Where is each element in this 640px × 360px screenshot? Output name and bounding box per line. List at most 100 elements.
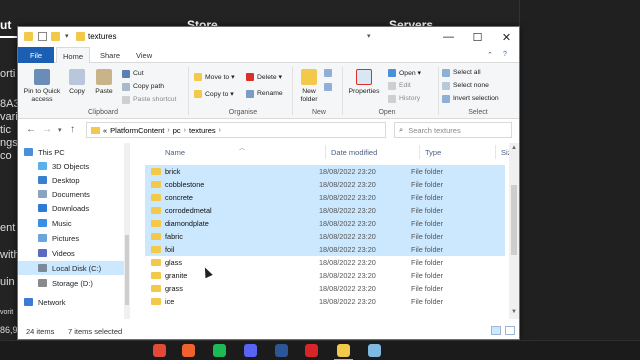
spotify-icon[interactable] <box>213 344 226 357</box>
file-row[interactable]: corrodedmetal 18/08/2022 23:20 File folder <box>145 204 505 217</box>
nav-item[interactable]: Downloads <box>18 201 126 215</box>
search-input[interactable]: ⌕ Search textures <box>394 122 512 138</box>
column-header-type[interactable]: Type <box>425 145 441 159</box>
back-arrow-icon[interactable]: ← <box>26 124 36 135</box>
nav-item[interactable]: Storage (D:) <box>18 276 126 290</box>
file-row[interactable]: glass 18/08/2022 23:20 File folder <box>145 256 505 269</box>
help-icon[interactable]: ? <box>503 51 507 58</box>
delete-button[interactable]: Delete ▾ <box>246 71 282 82</box>
nav-item[interactable]: Desktop <box>18 173 126 187</box>
crumb-textures[interactable]: textures <box>189 126 216 135</box>
paste-shortcut-button[interactable]: Paste shortcut <box>122 94 176 105</box>
scroll-down-icon[interactable]: ▼ <box>511 309 517 315</box>
address-prefix[interactable]: « <box>103 126 107 135</box>
chevron-up-icon[interactable]: ⌃ <box>487 51 493 59</box>
crumb-platformcontent[interactable]: PlatformContent <box>110 126 164 135</box>
new-folder-quick-icon[interactable] <box>51 32 60 41</box>
content-scrollbar[interactable]: ▲ ▼ <box>509 143 519 319</box>
address-input[interactable]: « PlatformContent › pc › textures › <box>86 122 386 138</box>
file-row[interactable]: ice 18/08/2022 23:20 File folder <box>145 295 505 308</box>
easy-access-button[interactable] <box>324 81 335 92</box>
nav-item[interactable]: Documents <box>18 187 126 201</box>
file-row[interactable]: concrete 18/08/2022 23:20 File folder <box>145 191 505 204</box>
file-row[interactable]: fabric 18/08/2022 23:20 File folder <box>145 230 505 243</box>
file-type: File folder <box>411 297 444 306</box>
brave-icon[interactable] <box>182 344 195 357</box>
explorer-icon[interactable] <box>337 344 350 357</box>
column-header-size[interactable]: Size <box>501 145 509 159</box>
cut-button[interactable]: Cut <box>122 68 144 79</box>
nav-item[interactable]: Pictures <box>18 231 126 245</box>
folder-icon <box>151 194 161 201</box>
crumb-pc[interactable]: pc <box>173 126 181 135</box>
amd-icon[interactable] <box>305 344 318 357</box>
scroll-up-icon[interactable]: ▲ <box>511 145 517 151</box>
nav-item[interactable]: 3D Objects <box>18 159 126 173</box>
address-dropdown-icon[interactable]: ▾ <box>367 32 371 40</box>
copy-path-button[interactable]: Copy path <box>122 81 164 92</box>
select-all-button[interactable]: Select all <box>442 67 481 78</box>
customize-toolbar-icon[interactable]: ▾ <box>65 32 74 41</box>
nav-item[interactable]: Videos <box>18 246 126 260</box>
large-icons-view-button[interactable] <box>505 326 515 335</box>
editor-icon[interactable] <box>275 344 288 357</box>
copy-to-button[interactable]: Copy to ▾ <box>194 88 234 99</box>
chevron-right-icon[interactable]: › <box>219 127 221 134</box>
folder-icon <box>151 168 161 175</box>
file-row[interactable]: granite 18/08/2022 23:20 File folder <box>145 269 505 282</box>
minimize-button[interactable]: — <box>434 27 463 47</box>
nav-item[interactable]: This PC <box>18 145 126 159</box>
open-button[interactable]: Open ▾ <box>388 67 421 78</box>
nav-scroll-thumb[interactable] <box>125 235 129 305</box>
new-folder-button[interactable]: New folder <box>296 69 322 103</box>
chrome-icon[interactable] <box>153 344 166 357</box>
nav-item[interactable]: Network <box>18 295 126 309</box>
content-scroll-thumb[interactable] <box>511 185 517 255</box>
file-row[interactable]: diamondplate 18/08/2022 23:20 File folder <box>145 217 505 230</box>
copy-button[interactable]: Copy <box>66 69 88 96</box>
bg-tab-1[interactable]: ut <box>0 18 11 32</box>
file-row[interactable]: grass 18/08/2022 23:20 File folder <box>145 282 505 295</box>
properties-button[interactable]: Properties <box>346 69 382 96</box>
history-button[interactable]: History <box>388 93 420 104</box>
new-item-button[interactable] <box>324 67 335 78</box>
file-name: granite <box>165 271 188 280</box>
nav-item[interactable]: Music <box>18 216 126 230</box>
select-none-button[interactable]: Select none <box>442 80 489 91</box>
forward-arrow-icon[interactable]: → <box>42 124 52 135</box>
nav-scrollbar[interactable] <box>124 143 130 319</box>
paste-button[interactable]: Paste <box>92 69 116 96</box>
file-row[interactable]: cobblestone 18/08/2022 23:20 File folder <box>145 178 505 191</box>
up-arrow-icon[interactable]: ↑ <box>70 124 75 135</box>
column-divider[interactable] <box>495 145 496 159</box>
recent-locations-icon[interactable]: ▾ <box>58 126 62 134</box>
tab-file[interactable]: File <box>18 47 54 63</box>
invert-selection-button[interactable]: Invert selection <box>442 93 499 104</box>
pin-quick-access-button[interactable]: Pin to Quick access <box>22 69 62 103</box>
folder-icon <box>151 285 161 292</box>
column-header-date[interactable]: Date modified <box>331 145 377 159</box>
tab-view[interactable]: View <box>130 47 158 63</box>
details-view-button[interactable] <box>491 326 501 335</box>
close-button[interactable]: ✕ <box>492 27 521 47</box>
rename-button[interactable]: Rename <box>246 88 283 99</box>
properties-quick-icon[interactable] <box>38 32 47 41</box>
nav-item[interactable]: Local Disk (C:) <box>18 261 126 275</box>
tab-home[interactable]: Home <box>56 47 91 64</box>
move-to-button[interactable]: Move to ▾ <box>194 71 234 82</box>
notes-icon[interactable] <box>368 344 381 357</box>
ribbon-divider <box>438 67 439 115</box>
tab-share[interactable]: Share <box>94 47 126 63</box>
maximize-button[interactable]: ☐ <box>463 27 492 47</box>
column-header-name[interactable]: Name <box>165 145 185 159</box>
column-divider[interactable] <box>419 145 420 159</box>
column-divider[interactable] <box>325 145 326 159</box>
file-row[interactable]: foil 18/08/2022 23:20 File folder <box>145 243 505 256</box>
chevron-right-icon[interactable]: › <box>184 127 186 134</box>
file-row[interactable]: brick 18/08/2022 23:20 File folder <box>145 165 505 178</box>
edit-button[interactable]: Edit <box>388 80 411 91</box>
title-bar[interactable]: ▾ textures — ☐ ✕ <box>18 27 519 47</box>
app-icon[interactable] <box>244 344 257 357</box>
file-type: File folder <box>411 206 444 215</box>
chevron-right-icon[interactable]: › <box>167 127 169 134</box>
